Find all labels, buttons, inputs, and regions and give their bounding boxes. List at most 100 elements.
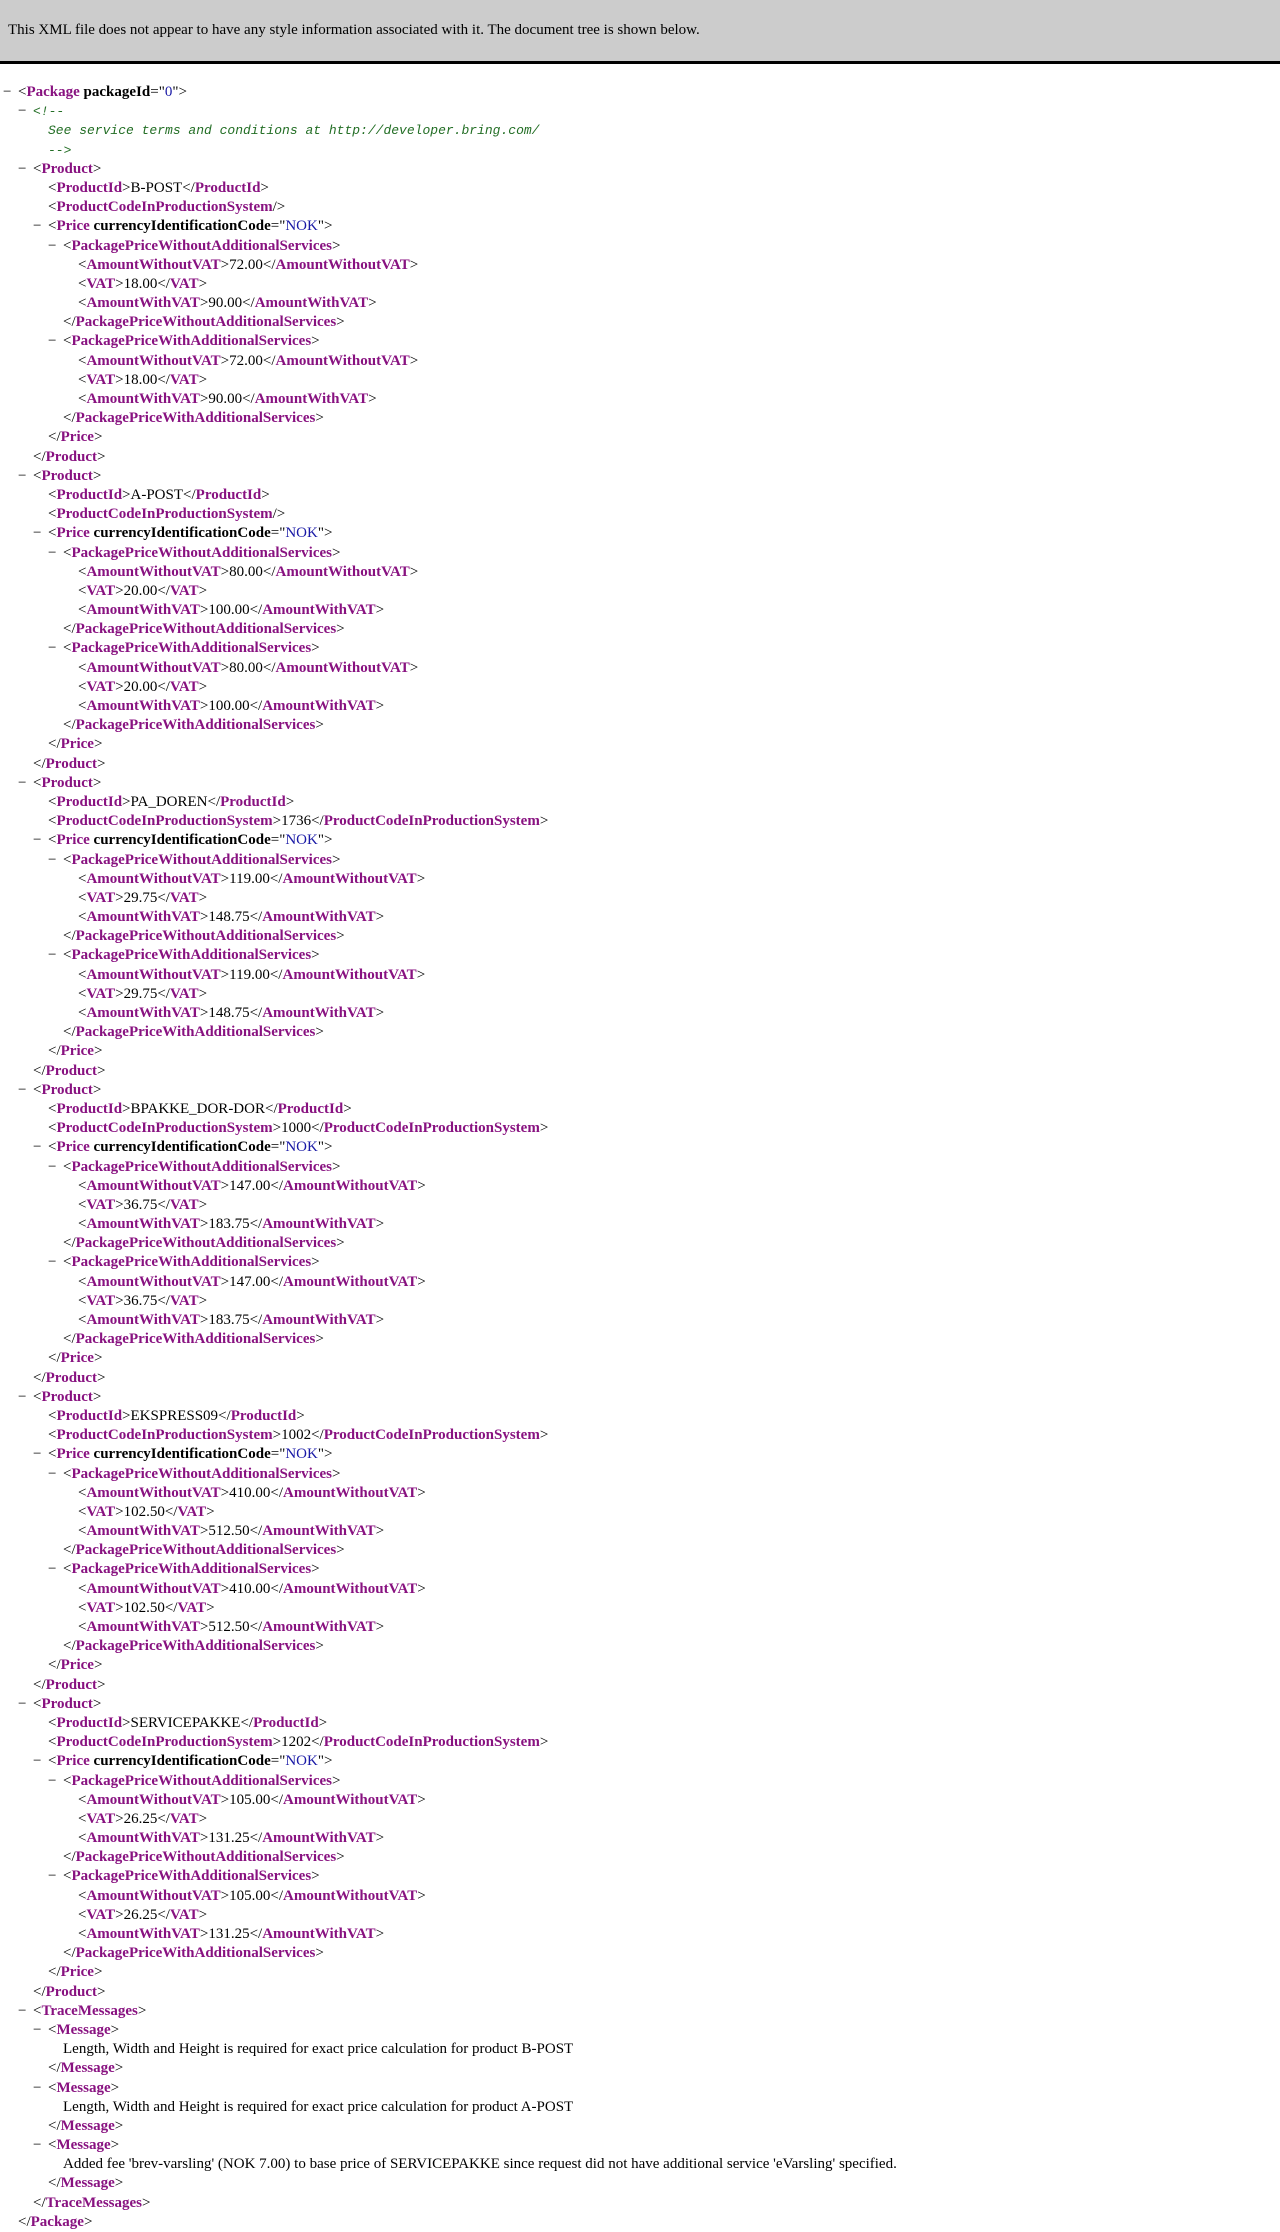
xml-line: <VAT>20.00</VAT> <box>78 582 208 599</box>
xml-tag-name: ProductId <box>195 486 262 503</box>
xml-tag-name: Price <box>60 1350 94 1367</box>
xml-line: </Product> <box>33 755 106 772</box>
xml-tag-name: Price <box>60 429 94 446</box>
xml-element-value: BPAKKE_DOR-DOR <box>130 1100 265 1117</box>
collapse-toggle-icon[interactable]: − <box>33 2079 48 2098</box>
xml-tag-name: ProductCodeInProductionSystem <box>56 199 273 216</box>
xml-tag-name: VAT <box>86 1599 116 1616</box>
xml-tag-name: AmountWithVAT <box>86 1216 200 1233</box>
collapse-toggle-icon[interactable]: − <box>48 237 63 256</box>
xml-tag-name: ProductId <box>253 1714 319 1731</box>
xml-line: </PackagePriceWithoutAdditionalServices> <box>63 928 345 945</box>
collapse-toggle-icon[interactable]: − <box>18 102 33 121</box>
xml-tag-name: AmountWithoutVAT <box>86 1484 221 1501</box>
xml-tag-name: Price <box>56 525 90 542</box>
xml-tag-name: Product <box>41 1695 93 1712</box>
xml-tag-name: AmountWithVAT <box>86 1005 200 1021</box>
collapse-toggle-icon[interactable]: − <box>33 217 48 236</box>
xml-line: <ProductCodeInProductionSystem>1000</Pro… <box>48 1120 549 1137</box>
xml-tag-name: AmountWithVAT <box>262 1830 376 1847</box>
xml-element-value: 72.00 <box>229 256 263 273</box>
collapse-toggle-icon[interactable]: − <box>48 1867 63 1886</box>
collapse-toggle-icon[interactable]: − <box>48 332 63 351</box>
xml-tag-name: AmountWithVAT <box>86 391 200 407</box>
collapse-toggle-icon[interactable]: − <box>48 1158 63 1177</box>
collapse-toggle-icon[interactable]: − <box>18 160 33 179</box>
xml-tag-name: VAT <box>86 1503 116 1520</box>
collapse-toggle-icon[interactable]: − <box>48 639 63 658</box>
xml-tag-name: Product <box>45 1676 98 1693</box>
xml-element-value: 29.75 <box>123 985 158 1002</box>
xml-line: − <PackagePriceWithAdditionalServices> <box>3 1560 1280 1579</box>
xml-line: − <TraceMessages> <box>3 2002 1280 2021</box>
collapse-toggle-icon[interactable]: − <box>48 851 63 870</box>
collapse-toggle-icon[interactable]: − <box>18 2002 33 2021</box>
collapse-toggle-icon[interactable]: − <box>33 1445 48 1464</box>
xml-tag-name: ProductCodeInProductionSystem <box>323 813 540 830</box>
xml-tag-name: AmountWithVAT <box>262 909 376 926</box>
xml-tag-name: ProductCodeInProductionSystem <box>56 506 273 523</box>
xml-comment: <!-- <box>33 104 65 120</box>
xml-line: − <PackagePriceWithoutAdditionalServices> <box>3 544 1280 563</box>
xml-line: <AmountWithoutVAT>72.00</AmountWithoutVA… <box>78 352 419 369</box>
xml-line: </Price> <box>48 736 103 753</box>
collapse-toggle-icon[interactable]: − <box>33 2136 48 2155</box>
xml-tag-name: AmountWithoutVAT <box>86 1580 221 1597</box>
collapse-toggle-icon[interactable]: − <box>33 1752 48 1771</box>
collapse-toggle-icon[interactable]: − <box>33 524 48 543</box>
xml-tag-name: PackagePriceWithAdditionalServices <box>75 1024 316 1041</box>
collapse-toggle-icon[interactable]: − <box>48 1465 63 1484</box>
collapse-toggle-icon[interactable]: − <box>18 467 33 486</box>
xml-tag-name: PackagePriceWithoutAdditionalServices <box>75 1849 337 1866</box>
collapse-toggle-icon[interactable]: − <box>18 1081 33 1100</box>
xml-tag-name: AmountWithoutVAT <box>282 870 417 887</box>
xml-element-value: 100.00 <box>208 698 250 714</box>
xml-element-value: 183.75 <box>208 1216 250 1233</box>
xml-element-value: 80.00 <box>229 563 263 580</box>
xml-tag-name: ProductId <box>56 486 123 503</box>
xml-tag-name: AmountWithoutVAT <box>86 1887 221 1904</box>
xml-tag-name: AmountWithoutVAT <box>86 563 221 580</box>
xml-line: − <PackagePriceWithAdditionalServices> <box>3 1253 1280 1272</box>
collapse-toggle-icon[interactable]: − <box>33 1138 48 1157</box>
xml-tag-name: VAT <box>86 275 116 292</box>
collapse-toggle-icon[interactable]: − <box>18 1388 33 1407</box>
xml-tag-name: AmountWithoutVAT <box>275 256 410 273</box>
collapse-toggle-icon[interactable]: − <box>33 2021 48 2040</box>
collapse-toggle-icon[interactable]: − <box>18 774 33 793</box>
collapse-toggle-icon[interactable]: − <box>48 1560 63 1579</box>
collapse-toggle-icon[interactable]: − <box>48 1772 63 1791</box>
xml-attribute-name: currencyIdentificationCode <box>93 1446 271 1463</box>
xml-tag-name: VAT <box>169 275 199 292</box>
collapse-toggle-icon[interactable]: − <box>18 1695 33 1714</box>
xml-tag-name: PackagePriceWithoutAdditionalServices <box>71 1772 332 1789</box>
xml-line: <ProductCodeInProductionSystem>1736</Pro… <box>48 813 549 830</box>
collapse-toggle-icon[interactable]: − <box>33 831 48 850</box>
xml-tag-name: AmountWithoutVAT <box>86 1273 221 1290</box>
xml-line: <ProductId>SERVICEPAKKE</ProductId> <box>48 1714 328 1731</box>
xml-tag-name: Price <box>56 832 90 849</box>
xml-line: − <Price currencyIdentificationCode="NOK"… <box>3 524 1280 543</box>
xml-tag-name: ProductCodeInProductionSystem <box>56 1427 273 1444</box>
collapse-toggle-icon[interactable]: − <box>48 544 63 563</box>
xml-line: − <PackagePriceWithoutAdditionalServices> <box>3 851 1280 870</box>
xml-tag-name: AmountWithoutVAT <box>275 352 410 369</box>
xml-element-value: 102.50 <box>123 1599 165 1616</box>
xml-tag-name: Message <box>56 2079 111 2096</box>
collapse-toggle-icon[interactable]: − <box>48 1253 63 1272</box>
xml-tag-name: Message <box>56 2021 111 2038</box>
xml-line: </PackagePriceWithoutAdditionalServices> <box>63 1542 345 1559</box>
xml-element-value: 148.75 <box>208 909 250 926</box>
xml-tag-name: AmountWithVAT <box>254 295 369 312</box>
collapse-toggle-icon[interactable]: − <box>3 83 18 102</box>
xml-tag-name: Package <box>26 84 80 100</box>
xml-tag-name: PackagePriceWithAdditionalServices <box>71 1561 312 1578</box>
xml-attribute-value: 0 <box>164 84 173 100</box>
xml-attribute-value: NOK <box>285 1446 318 1463</box>
collapse-toggle-icon[interactable]: − <box>48 946 63 965</box>
xml-element-value: 512.50 <box>208 1619 250 1635</box>
xml-line: <AmountWithoutVAT>105.00</AmountWithoutV… <box>78 1791 426 1808</box>
xml-tag-name: Price <box>60 1657 94 1674</box>
xml-tag-name: VAT <box>169 1810 199 1827</box>
no-style-info-banner: This XML file does not appear to have an… <box>0 0 1280 64</box>
